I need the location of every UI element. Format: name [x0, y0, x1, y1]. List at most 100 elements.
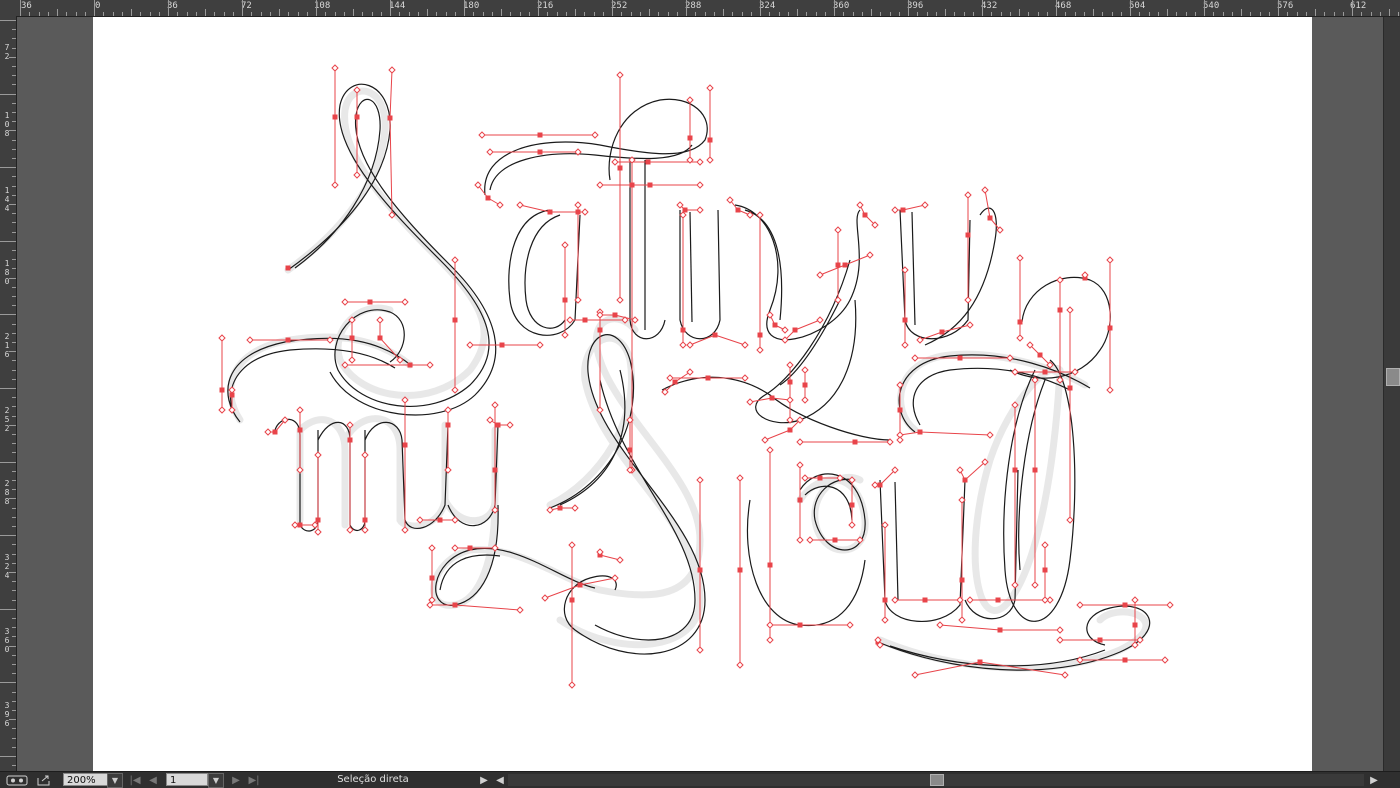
- anchor-point[interactable]: [705, 375, 711, 381]
- handle-point[interactable]: [1011, 368, 1019, 376]
- anchor-point[interactable]: [407, 362, 413, 368]
- anchor-point[interactable]: [377, 335, 383, 341]
- handle-point[interactable]: [786, 361, 794, 369]
- handle-point[interactable]: [541, 594, 549, 602]
- document-page[interactable]: [93, 17, 1312, 771]
- vertical-scroll-thumb[interactable]: [1386, 368, 1400, 386]
- anchor-point[interactable]: [485, 195, 491, 201]
- anchor-point[interactable]: [900, 207, 906, 213]
- anchor-point[interactable]: [617, 165, 623, 171]
- anchor-point[interactable]: [772, 322, 778, 328]
- handle-point[interactable]: [486, 148, 494, 156]
- handle-point[interactable]: [451, 386, 459, 394]
- anchor-point[interactable]: [842, 262, 848, 268]
- handle-point[interactable]: [1066, 516, 1074, 524]
- anchor-point[interactable]: [922, 597, 928, 603]
- handle-point[interactable]: [536, 341, 544, 349]
- status-text[interactable]: Seleção direta: [268, 773, 478, 787]
- anchor-point[interactable]: [219, 387, 225, 393]
- handle-point[interactable]: [761, 436, 769, 444]
- next-page-icon[interactable]: ▶: [229, 773, 243, 787]
- anchor-point[interactable]: [959, 577, 965, 583]
- handle-point[interactable]: [491, 401, 499, 409]
- handle-point[interactable]: [1056, 636, 1064, 644]
- anchor-point[interactable]: [537, 149, 543, 155]
- handle-point[interactable]: [631, 316, 639, 324]
- anchor-point[interactable]: [797, 497, 803, 503]
- anchor-point[interactable]: [627, 447, 633, 453]
- anchor-point[interactable]: [817, 475, 823, 481]
- handle-point[interactable]: [796, 461, 804, 469]
- handle-point[interactable]: [871, 481, 879, 489]
- anchor-point[interactable]: [629, 182, 635, 188]
- handle-point[interactable]: [361, 451, 369, 459]
- horizontal-ruler[interactable]: 36 0 36 72 108 144 180 216 252 288 324 3…: [0, 0, 1400, 17]
- page-dropdown-icon[interactable]: ▼: [208, 773, 224, 788]
- anchor-point[interactable]: [862, 212, 868, 218]
- anchor-point[interactable]: [849, 502, 855, 508]
- anchor-point[interactable]: [957, 355, 963, 361]
- handle-point[interactable]: [866, 251, 874, 259]
- anchor-point[interactable]: [452, 602, 458, 608]
- anchor-point[interactable]: [792, 327, 798, 333]
- handle-point[interactable]: [611, 574, 619, 582]
- handle-point[interactable]: [444, 406, 452, 414]
- handle-point[interactable]: [1041, 541, 1049, 549]
- anchor-point[interactable]: [1132, 622, 1138, 628]
- handle-point[interactable]: [486, 416, 494, 424]
- handle-point[interactable]: [348, 356, 356, 364]
- handle-point[interactable]: [741, 374, 749, 382]
- handle-point[interactable]: [736, 474, 744, 482]
- handle-point[interactable]: [896, 436, 904, 444]
- handle-point[interactable]: [686, 341, 694, 349]
- anchor-point[interactable]: [597, 327, 603, 333]
- handle-point[interactable]: [331, 64, 339, 72]
- anchor-point[interactable]: [977, 659, 983, 665]
- handle-point[interactable]: [1076, 601, 1084, 609]
- handle-point[interactable]: [801, 396, 809, 404]
- handle-point[interactable]: [1071, 368, 1079, 376]
- anchor-point[interactable]: [582, 317, 588, 323]
- anchor-point[interactable]: [1122, 657, 1128, 663]
- anchor-point[interactable]: [1037, 352, 1043, 358]
- handle-point[interactable]: [506, 421, 514, 429]
- anchor-point[interactable]: [737, 567, 743, 573]
- handle-point[interactable]: [796, 536, 804, 544]
- anchor-point[interactable]: [492, 467, 498, 473]
- handle-point[interactable]: [816, 271, 824, 279]
- anchor-point[interactable]: [537, 132, 543, 138]
- handle-point[interactable]: [1106, 256, 1114, 264]
- handle-point[interactable]: [1041, 596, 1049, 604]
- handle-point[interactable]: [911, 354, 919, 362]
- anchor-point[interactable]: [687, 135, 693, 141]
- preview-mode-icon[interactable]: [4, 773, 30, 787]
- handle-point[interactable]: [568, 541, 576, 549]
- handle-point[interactable]: [846, 621, 854, 629]
- handle-point[interactable]: [516, 606, 524, 614]
- handle-point[interactable]: [801, 474, 809, 482]
- handle-point[interactable]: [314, 528, 322, 536]
- anchor-point[interactable]: [315, 517, 321, 523]
- anchor-point[interactable]: [612, 312, 618, 318]
- anchor-point[interactable]: [882, 597, 888, 603]
- anchor-point[interactable]: [997, 627, 1003, 633]
- handle-point[interactable]: [611, 158, 619, 166]
- lettering-artwork[interactable]: [93, 17, 1312, 771]
- handle-point[interactable]: [816, 316, 824, 324]
- anchor-point[interactable]: [495, 422, 501, 428]
- handle-point[interactable]: [218, 406, 226, 414]
- anchor-point[interactable]: [987, 215, 993, 221]
- handle-point[interactable]: [796, 438, 804, 446]
- anchor-point[interactable]: [387, 115, 393, 121]
- handle-point[interactable]: [801, 366, 809, 374]
- anchor-point[interactable]: [787, 427, 793, 433]
- handle-point[interactable]: [736, 661, 744, 669]
- anchor-point[interactable]: [547, 209, 553, 215]
- scroll-left-icon[interactable]: ◀: [494, 773, 506, 787]
- horizontal-scroll-thumb[interactable]: [930, 774, 944, 786]
- handle-point[interactable]: [746, 398, 754, 406]
- handle-point[interactable]: [1066, 306, 1074, 314]
- handle-point[interactable]: [451, 256, 459, 264]
- handle-point[interactable]: [314, 451, 322, 459]
- handle-point[interactable]: [1016, 334, 1024, 342]
